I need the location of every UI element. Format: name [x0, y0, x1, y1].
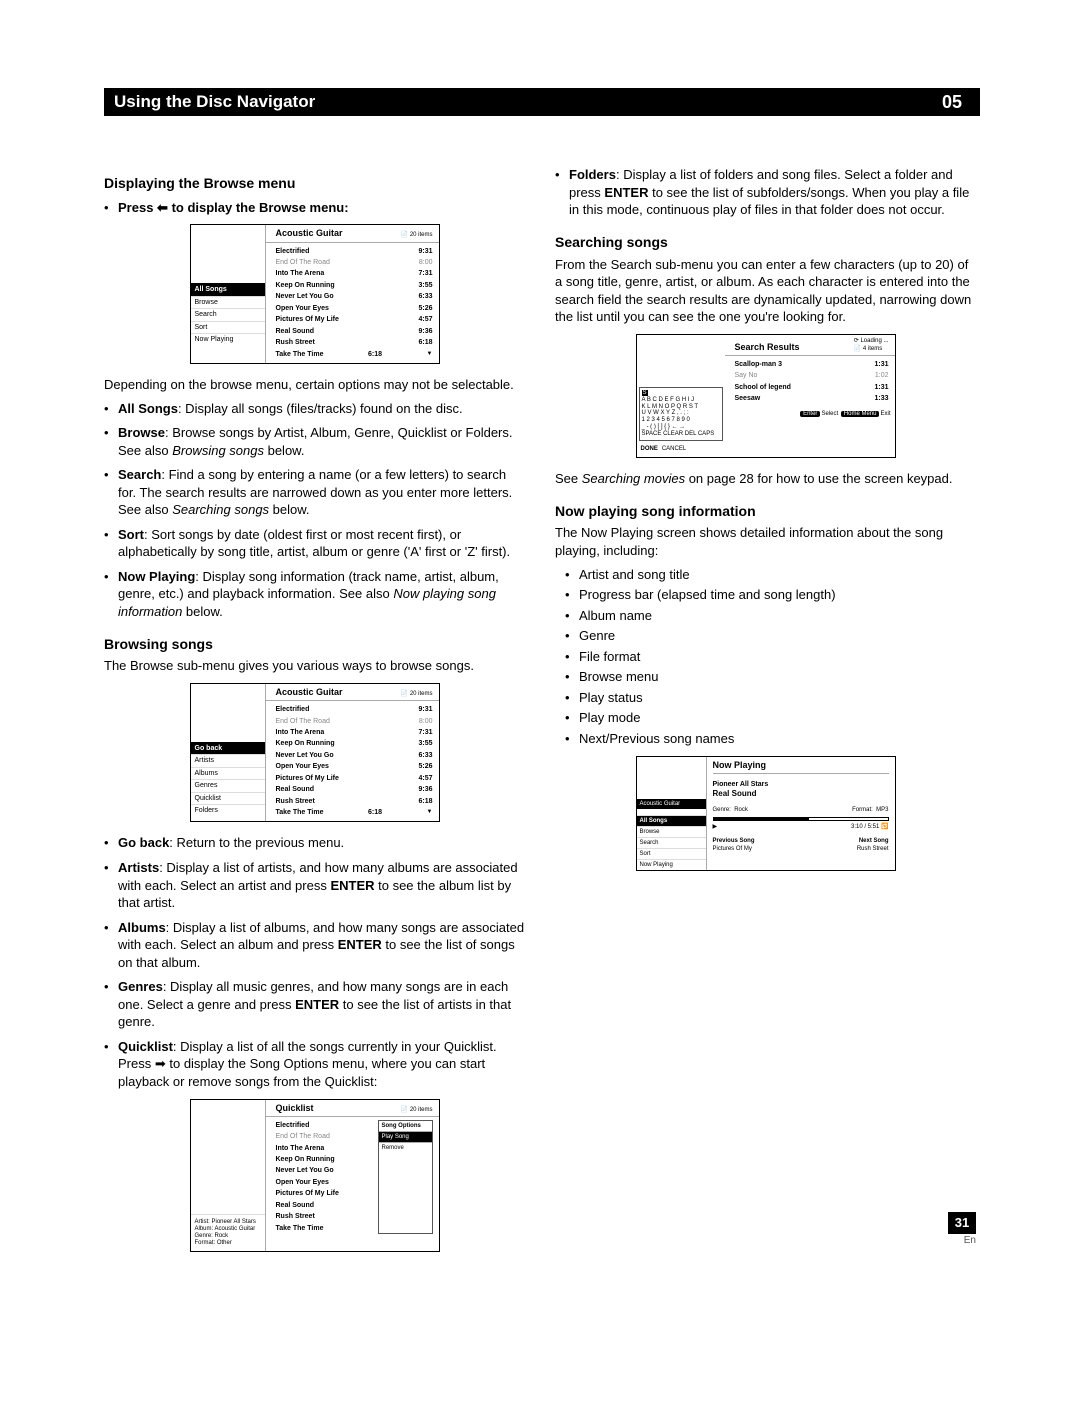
- chapter-number: 05: [934, 88, 970, 116]
- chapter-header: Using the Disc Navigator 05: [104, 88, 980, 116]
- screenshot-browse-sub: Go back Artists Albums Genres Quicklist …: [190, 683, 440, 823]
- heading-browsing-songs: Browsing songs: [104, 635, 525, 654]
- left-column: Displaying the Browse menu Press ⬅ to di…: [104, 160, 525, 1264]
- side-all-songs: All Songs: [191, 283, 265, 295]
- now-playing-info-list: Artist and song title Progress bar (elap…: [555, 566, 976, 748]
- right-column: Folders: Display a list of folders and s…: [555, 160, 976, 1264]
- play-icon: ▶: [713, 823, 718, 831]
- page-number: 31: [948, 1212, 976, 1234]
- chapter-title: Using the Disc Navigator: [114, 91, 928, 114]
- heading-display-browse: Displaying the Browse menu: [104, 174, 525, 193]
- depending-note: Depending on the browse menu, certain op…: [104, 376, 525, 394]
- press-line: Press ⬅ to display the Browse menu:: [118, 199, 525, 217]
- page-footer: 31 En: [948, 1212, 976, 1248]
- right-arrow-icon: ➡: [155, 1056, 166, 1071]
- left-arrow-icon: ⬅: [157, 200, 168, 215]
- screenshot-now-playing: Acoustic Guitar All Songs Browse Search …: [636, 756, 896, 872]
- screenshot-browse-menu: All Songs Browse Search Sort Now Playing…: [190, 224, 440, 364]
- heading-searching-songs: Searching songs: [555, 233, 976, 252]
- screenshot-search: S A B C D E F G H I J K L M N O P Q R S …: [636, 334, 896, 458]
- heading-now-playing: Now playing song information: [555, 502, 976, 521]
- page-body: Displaying the Browse menu Press ⬅ to di…: [104, 160, 976, 1264]
- page-lang: En: [948, 1234, 976, 1248]
- screenshot-quicklist: Artist: Pioneer All Stars Album: Acousti…: [190, 1099, 440, 1253]
